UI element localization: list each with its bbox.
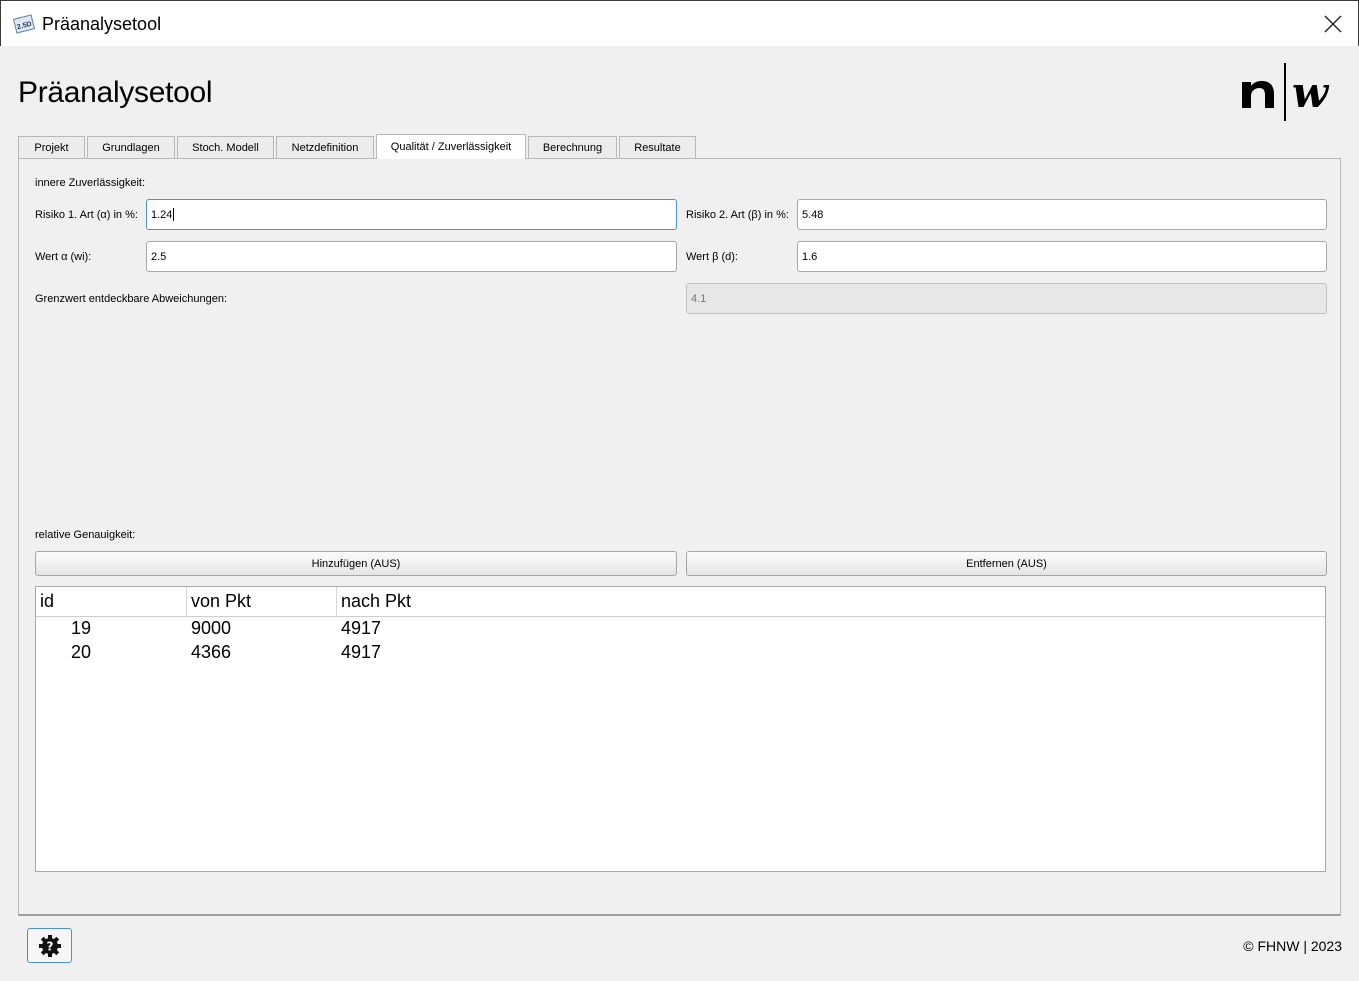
- tab-label: Projekt: [34, 141, 69, 154]
- tab-panel: innere Zuverlässigkeit: Risiko 1. Art (α…: [18, 158, 1341, 916]
- remove-button[interactable]: Entfernen (AUS): [686, 551, 1327, 576]
- alpha-value: 2.5: [151, 250, 167, 263]
- limit-value: 4.1: [691, 292, 707, 305]
- tab-projekt[interactable]: Projekt: [18, 136, 85, 158]
- tab-label: Resultate: [634, 141, 681, 154]
- cell-von-pkt: 4366: [191, 642, 232, 662]
- copyright: © FHNW | 2023: [1243, 938, 1342, 954]
- cell-id: 20: [71, 642, 92, 662]
- table-row[interactable]: 19 9000 4917: [36, 618, 1325, 642]
- alpha-input[interactable]: 2.5: [146, 241, 677, 272]
- beta-value: 1.6: [802, 250, 818, 263]
- risk1-label: Risiko 1. Art (α) in %:: [35, 209, 138, 221]
- beta-input[interactable]: 1.6: [797, 241, 1327, 272]
- section-label-accuracy: relative Genauigkeit:: [35, 529, 136, 541]
- tab-stoch-modell[interactable]: Stoch. Modell: [177, 136, 274, 158]
- column-header-nach-pkt[interactable]: nach Pkt: [336, 587, 486, 616]
- column-header-id[interactable]: id: [36, 587, 186, 616]
- tab-label: Netzdefinition: [291, 141, 359, 154]
- alpha-label: Wert α (wi):: [35, 251, 92, 263]
- risk1-input[interactable]: 1.24: [146, 199, 677, 230]
- tab-resultate[interactable]: Resultate: [619, 136, 696, 158]
- svg-text:?: ?: [46, 939, 53, 953]
- risk2-value: 5.48: [802, 208, 824, 221]
- tab-label: Berechnung: [542, 141, 603, 154]
- window-title: Präanalysetool: [42, 14, 162, 34]
- cell-nach-pkt: 4917: [341, 618, 382, 638]
- page-title: Präanalysetool: [18, 76, 213, 109]
- cell-von-pkt: 9000: [191, 618, 232, 638]
- tab-berechnung[interactable]: Berechnung: [528, 136, 617, 158]
- risk2-label: Risiko 2. Art (β) in %:: [686, 209, 789, 221]
- cell-nach-pkt: 4917: [341, 642, 382, 662]
- table-row[interactable]: 20 4366 4917: [36, 642, 1325, 666]
- limit-label: Grenzwert entdeckbare Abweichungen:: [35, 293, 228, 305]
- window-titlebar: 2.5D Präanalysetool: [0, 0, 1359, 46]
- risk2-input[interactable]: 5.48: [797, 199, 1327, 230]
- tab-qualitaet-zuverlaessigkeit[interactable]: Qualität / Zuverlässigkeit: [376, 134, 526, 159]
- accuracy-table[interactable]: id von Pkt nach Pkt 19 9000 4917 20 4366…: [35, 586, 1326, 872]
- section-label-reliability: innere Zuverlässigkeit:: [35, 177, 146, 189]
- table-header: id von Pkt nach Pkt: [36, 587, 1325, 617]
- text-cursor: [173, 208, 175, 221]
- gear-help-icon: ?: [38, 934, 61, 957]
- tab-label: Stoch. Modell: [192, 141, 259, 154]
- svg-text:w: w: [1292, 68, 1330, 117]
- tab-grundlagen[interactable]: Grundlagen: [87, 136, 175, 158]
- column-header-von-pkt[interactable]: von Pkt: [186, 587, 336, 616]
- close-button[interactable]: [1318, 9, 1348, 39]
- add-button[interactable]: Hinzufügen (AUS): [35, 551, 677, 576]
- risk1-value: 1.24: [151, 208, 173, 221]
- beta-label: Wert β (d):: [686, 251, 738, 263]
- tab-label: Grundlagen: [102, 141, 160, 154]
- settings-help-button[interactable]: ?: [27, 928, 72, 963]
- app-icon: 2.5D: [12, 14, 36, 34]
- tab-bar: Projekt Grundlagen Stoch. Modell Netzdef…: [18, 134, 698, 159]
- close-icon: [1324, 15, 1342, 33]
- tab-netzdefinition[interactable]: Netzdefinition: [276, 136, 374, 158]
- limit-input: 4.1: [686, 283, 1327, 314]
- cell-id: 19: [71, 618, 92, 638]
- tab-label: Qualität / Zuverlässigkeit: [390, 141, 512, 153]
- fhnw-logo: w: [1242, 63, 1330, 121]
